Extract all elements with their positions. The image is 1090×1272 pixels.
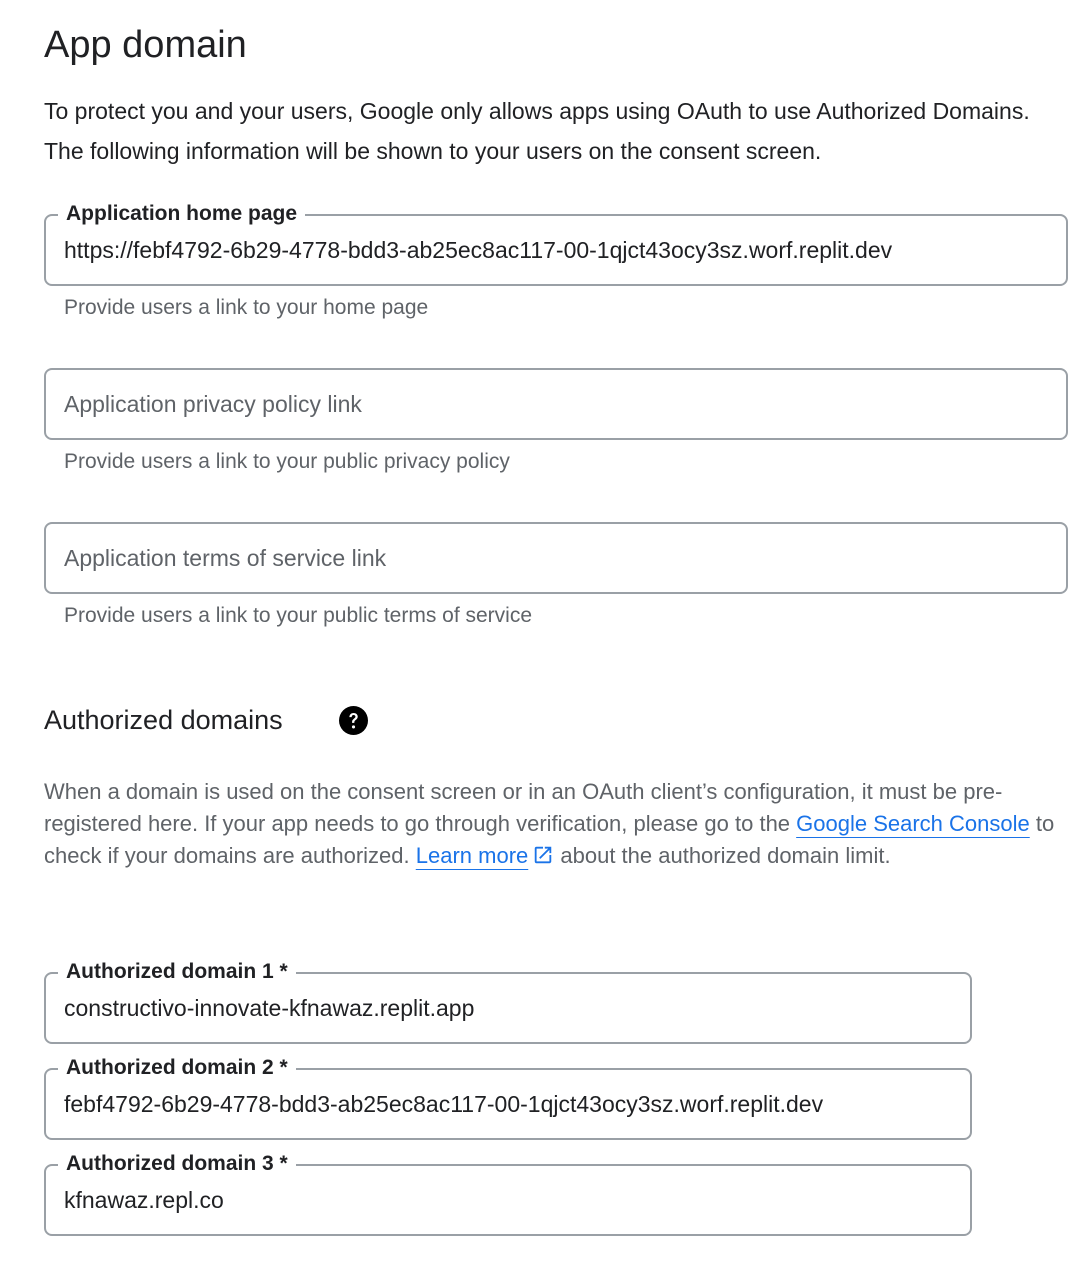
authorized-domain-2-field[interactable]: Authorized domain 2 * febf4792-6b29-4778…: [44, 1054, 972, 1140]
home-page-field[interactable]: Application home page https://febf4792-6…: [44, 200, 1068, 286]
app-domain-intro: To protect you and your users, Google on…: [44, 98, 1030, 164]
authorized-domain-3-field[interactable]: Authorized domain 3 * kfnawaz.repl.co: [44, 1150, 972, 1236]
authorized-domain-3-value[interactable]: kfnawaz.repl.co: [64, 1185, 952, 1215]
authorized-domain-2-value[interactable]: febf4792-6b29-4778-bdd3-ab25ec8ac117-00-…: [64, 1089, 952, 1119]
privacy-policy-field[interactable]: Application privacy policy link: [44, 368, 1068, 440]
desc-part-3: about the authorized domain limit.: [554, 843, 891, 868]
privacy-policy-placeholder: Application privacy policy link: [64, 391, 362, 417]
terms-of-service-placeholder: Application terms of service link: [64, 545, 387, 571]
authorized-domain-2-label: Authorized domain 2 *: [58, 1054, 296, 1082]
home-page-value[interactable]: https://febf4792-6b29-4778-bdd3-ab25ec8a…: [64, 235, 1048, 265]
authorized-domain-1-label: Authorized domain 1 *: [58, 958, 296, 986]
authorized-domain-1-field[interactable]: Authorized domain 1 * constructivo-innov…: [44, 958, 972, 1044]
authorized-domain-3-label: Authorized domain 3 *: [58, 1150, 296, 1178]
learn-more-link[interactable]: Learn more: [416, 843, 529, 868]
home-page-hint: Provide users a link to your home page: [64, 296, 429, 319]
authorized-domain-1-value[interactable]: constructivo-innovate-kfnawaz.replit.app: [64, 993, 952, 1023]
open-in-new-icon[interactable]: [532, 844, 554, 866]
terms-of-service-hint: Provide users a link to your public term…: [64, 604, 533, 627]
authorized-domains-title: Authorized domains: [44, 705, 283, 735]
privacy-policy-hint: Provide users a link to your public priv…: [64, 450, 510, 473]
help-circle-icon[interactable]: [339, 706, 368, 735]
google-search-console-link[interactable]: Google Search Console: [796, 811, 1030, 836]
terms-of-service-field[interactable]: Application terms of service link: [44, 522, 1068, 594]
app-domain-title: App domain: [44, 24, 247, 66]
authorized-domains-description: When a domain is used on the consent scr…: [44, 776, 1074, 872]
home-page-label: Application home page: [58, 200, 306, 228]
